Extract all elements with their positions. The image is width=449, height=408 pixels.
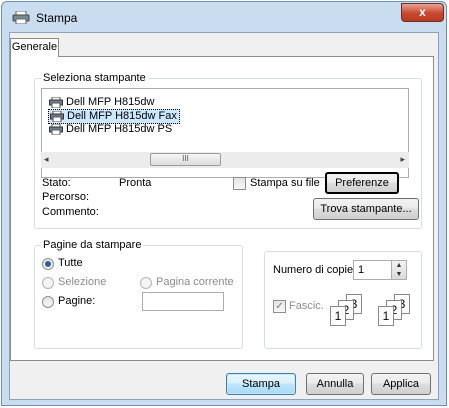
preferences-button[interactable]: Preferenze bbox=[325, 172, 399, 194]
select-printer-legend: Seleziona stampante bbox=[41, 72, 148, 84]
list-item[interactable]: Dell MFP H815dw PS bbox=[48, 123, 174, 136]
current-page-radio[interactable] bbox=[140, 277, 152, 289]
current-page-label[interactable]: Pagina corrente bbox=[156, 276, 234, 288]
select-printer-group: Seleziona stampante Dell MFP H815dw Dell… bbox=[34, 72, 422, 229]
collate-checkbox[interactable]: ✓ bbox=[273, 300, 286, 313]
page-range-group: Pagine da stampare Tutte Selezione Pagin… bbox=[34, 239, 243, 349]
status-label: Stato: bbox=[42, 177, 71, 189]
printer-name: Dell MFP H815dw PS bbox=[66, 123, 173, 135]
collated-pages-icon: 3 2 1 bbox=[330, 292, 378, 334]
copies-group: Numero di copie: 1 ▲ ▼ ✓ Fascic. 3 2 1 3 bbox=[264, 251, 422, 349]
status-value: Pronta bbox=[119, 177, 152, 189]
page-range-legend: Pagine da stampare bbox=[41, 239, 144, 251]
pages-label[interactable]: Pagine: bbox=[58, 295, 95, 307]
printer-name: Dell MFP H815dw Fax bbox=[67, 110, 177, 122]
copies-spinner[interactable]: ▲ ▼ bbox=[391, 260, 407, 280]
print-to-file-label[interactable]: Stampa su file bbox=[250, 177, 320, 189]
list-item-selected[interactable]: Dell MFP H815dw Fax bbox=[48, 109, 180, 124]
selection-radio[interactable] bbox=[42, 277, 54, 289]
uncollated-pages-icon: 3 2 1 bbox=[378, 292, 422, 334]
pages-input[interactable] bbox=[142, 292, 224, 311]
spin-up-icon[interactable]: ▲ bbox=[392, 261, 406, 270]
print-dialog-window: Stampa x Generale Seleziona stampante De… bbox=[1, 1, 447, 406]
copies-label: Numero di copie: bbox=[273, 264, 357, 276]
all-pages-radio[interactable] bbox=[42, 258, 54, 270]
printer-icon bbox=[49, 124, 63, 135]
tab-general-label: Generale bbox=[11, 41, 58, 53]
copies-value: 1 bbox=[358, 264, 365, 276]
selection-label[interactable]: Selezione bbox=[58, 276, 106, 288]
window-title: Stampa bbox=[36, 11, 78, 25]
scroll-right-icon[interactable]: ▸ bbox=[400, 154, 405, 165]
close-button[interactable]: x bbox=[401, 3, 444, 22]
page-icon: 1 bbox=[330, 306, 346, 326]
printer-icon bbox=[12, 11, 30, 24]
location-label: Percorso: bbox=[42, 191, 90, 203]
cancel-button[interactable]: Annulla bbox=[306, 373, 364, 395]
scroll-thumb[interactable]: III bbox=[150, 153, 221, 166]
horizontal-scrollbar[interactable]: ◂ III ▸ bbox=[41, 152, 409, 168]
list-item[interactable]: Dell MFP H815dw bbox=[48, 96, 156, 109]
tab-general[interactable]: Generale bbox=[10, 38, 59, 57]
close-icon: x bbox=[419, 5, 426, 19]
print-to-file-checkbox[interactable] bbox=[233, 177, 246, 190]
printer-icon bbox=[50, 111, 64, 122]
page-icon: 1 bbox=[378, 306, 394, 326]
collate-label[interactable]: Fascic. bbox=[289, 300, 324, 312]
comment-label: Commento: bbox=[42, 206, 99, 218]
scroll-left-icon[interactable]: ◂ bbox=[44, 154, 49, 165]
title-bar: Stampa x bbox=[2, 2, 446, 32]
printer-icon bbox=[49, 97, 63, 108]
find-printer-button[interactable]: Trova stampante... bbox=[313, 198, 419, 220]
print-button[interactable]: Stampa bbox=[226, 373, 296, 395]
dialog-client-area: Generale Seleziona stampante Dell MFP H8… bbox=[9, 32, 439, 400]
printer-name: Dell MFP H815dw bbox=[66, 96, 155, 108]
pages-radio[interactable] bbox=[42, 296, 54, 308]
spin-down-icon[interactable]: ▼ bbox=[392, 270, 406, 279]
general-tab-panel: Seleziona stampante Dell MFP H815dw Dell… bbox=[10, 56, 434, 361]
apply-button[interactable]: Applica bbox=[371, 373, 431, 395]
all-pages-label[interactable]: Tutte bbox=[58, 257, 83, 269]
